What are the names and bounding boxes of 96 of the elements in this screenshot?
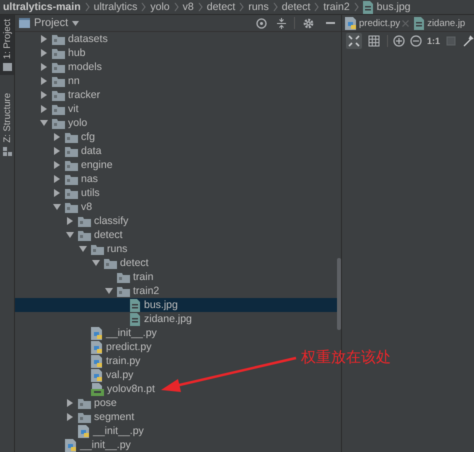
collapsed-arrow-icon[interactable] [40, 35, 48, 43]
actual-size-button[interactable]: 1:1 [426, 36, 440, 46]
python-file-icon [78, 424, 90, 438]
tree-item[interactable]: tracker [15, 88, 100, 102]
zoom-in-icon[interactable] [392, 35, 405, 47]
tree-item[interactable]: yolo [15, 116, 88, 130]
chevron-icon [174, 2, 179, 12]
collapsed-arrow-icon[interactable] [40, 77, 48, 85]
breadcrumb-link[interactable]: ultralytics-main [3, 0, 81, 14]
dropdown-caret-icon [72, 20, 80, 26]
tree-item[interactable]: detect [15, 228, 123, 242]
chevron-icon [239, 2, 244, 12]
fit-to-screen-icon [348, 35, 360, 47]
breadcrumb-link[interactable]: bus.jpg [376, 0, 411, 14]
tree-item[interactable]: vit [15, 102, 78, 116]
expanded-arrow-icon[interactable] [53, 203, 61, 211]
annotation-text: 权重放在该处 [301, 348, 391, 367]
tree-item[interactable]: data [15, 144, 102, 158]
chevron-icon [141, 2, 146, 12]
tree-item[interactable]: train.py [15, 354, 140, 368]
toggle-button[interactable] [366, 33, 382, 49]
tree-item[interactable]: detect [15, 256, 149, 270]
tree-item[interactable]: train [15, 270, 154, 284]
tree-item[interactable]: train2 [15, 284, 160, 298]
locate-icon[interactable] [256, 18, 267, 28]
breadcrumb-link[interactable]: ultralytics [94, 0, 138, 14]
collapsed-arrow-icon[interactable] [40, 49, 48, 57]
tree-item[interactable]: classify [15, 214, 128, 228]
tree-item[interactable]: yolov8n.pt [15, 382, 155, 396]
tree-item[interactable]: engine [15, 158, 113, 172]
structure-icon [2, 146, 12, 156]
python-file-icon [91, 368, 103, 382]
expanded-arrow-icon[interactable] [105, 287, 113, 295]
chevron-icon [354, 2, 359, 12]
grid-icon [368, 35, 380, 47]
collapsed-arrow-icon[interactable] [53, 161, 61, 169]
collapsed-arrow-icon[interactable] [40, 105, 48, 113]
tree-item[interactable]: pose [15, 396, 117, 410]
collapsed-arrow-icon[interactable] [53, 175, 61, 183]
chevron-icon [198, 2, 203, 12]
collapsed-arrow-icon[interactable] [66, 413, 74, 421]
tree-item[interactable]: models [15, 60, 102, 74]
collapsed-arrow-icon[interactable] [66, 399, 74, 407]
collapse-all-icon[interactable] [277, 18, 286, 28]
eyedropper-icon[interactable] [462, 35, 474, 47]
editor-tab[interactable]: zidane.jp [414, 15, 466, 31]
file-icon [91, 382, 104, 396]
breadcrumb-link[interactable]: runs [248, 0, 269, 14]
tree-item[interactable]: __init__.py [15, 424, 144, 438]
chevron-icon [272, 2, 278, 12]
python-file-icon [91, 354, 103, 368]
tree-item[interactable]: datasets [15, 32, 108, 46]
panel-title: Project [34, 17, 68, 29]
python-file-icon [65, 438, 77, 452]
tree-item[interactable]: utils [15, 186, 100, 200]
editor-tab[interactable]: predict.py [345, 15, 410, 31]
tree-item[interactable]: nn [15, 74, 80, 88]
tree-item[interactable]: runs [15, 242, 128, 256]
breadcrumb-link[interactable]: detect [206, 0, 236, 14]
expanded-arrow-icon[interactable] [92, 259, 100, 267]
toggle-button[interactable] [346, 33, 362, 49]
tree-item[interactable]: hub [15, 46, 86, 60]
scrollbar-thumb[interactable] [337, 258, 341, 330]
tool-window-tab[interactable]: Z: Structure [0, 89, 14, 160]
python-file-icon [91, 326, 103, 340]
image-file-icon [130, 298, 141, 312]
expanded-arrow-icon[interactable] [79, 245, 87, 253]
settings-icon[interactable] [303, 18, 314, 28]
collapsed-arrow-icon[interactable] [53, 189, 61, 197]
tool-window-tab[interactable]: 1: Project [0, 15, 14, 76]
chevron-icon [314, 2, 320, 12]
tree-item[interactable]: v8 [15, 200, 92, 214]
collapsed-arrow-icon[interactable] [40, 91, 48, 99]
tree-item[interactable]: nas [15, 172, 98, 186]
tree-item[interactable]: __init__.py [15, 326, 157, 340]
collapsed-arrow-icon[interactable] [53, 133, 61, 141]
breadcrumb-link[interactable]: detect [282, 0, 310, 14]
tree-item[interactable]: __init__.py [15, 438, 131, 452]
image-file-icon [130, 312, 141, 326]
tree-item[interactable]: predict.py [15, 340, 152, 354]
breadcrumb-link[interactable]: train2 [323, 0, 350, 14]
collapsed-arrow-icon[interactable] [53, 147, 61, 155]
zoom-out-icon[interactable] [410, 35, 422, 47]
breadcrumb-link[interactable]: yolo [150, 0, 170, 14]
tree-item[interactable]: val.py [15, 368, 134, 382]
expanded-arrow-icon[interactable] [66, 231, 74, 239]
chevron-icon [84, 2, 90, 12]
tree-item[interactable]: segment [15, 410, 134, 424]
tree-item[interactable]: cfg [15, 130, 96, 144]
collapsed-arrow-icon[interactable] [40, 63, 48, 71]
tree-item[interactable]: zidane.jpg [15, 312, 192, 326]
python-file-icon [91, 340, 103, 354]
expanded-arrow-icon[interactable] [40, 119, 48, 127]
collapsed-arrow-icon[interactable] [66, 217, 74, 225]
python-file-icon [345, 16, 357, 30]
breadcrumb-link[interactable]: v8 [182, 0, 194, 14]
